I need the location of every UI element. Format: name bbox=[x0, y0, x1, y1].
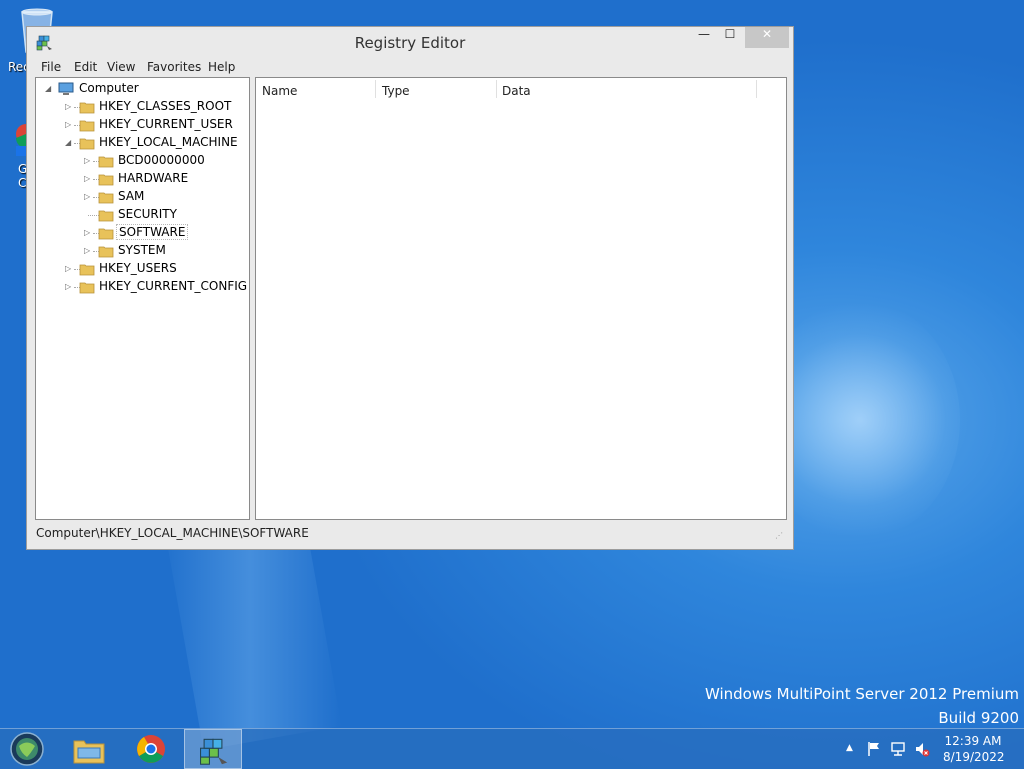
tree-node-hkey-current-config[interactable]: ▷ HKEY_CURRENT_CONFIG bbox=[36, 278, 249, 296]
folder-icon bbox=[79, 102, 95, 114]
title-bar[interactable]: Registry Editor — ☐ ✕ bbox=[27, 27, 793, 57]
taskbar-registry-editor[interactable] bbox=[184, 729, 242, 769]
os-watermark-edition: Windows MultiPoint Server 2012 Premium bbox=[704, 685, 1019, 703]
status-bar: Computer\HKEY_LOCAL_MACHINE\SOFTWARE ⋰ bbox=[33, 523, 787, 545]
tree-node-hardware[interactable]: ▷ HARDWARE bbox=[36, 170, 249, 188]
computer-icon bbox=[58, 82, 74, 95]
volume-muted-icon[interactable] bbox=[914, 741, 930, 757]
column-header-label: Type bbox=[382, 84, 410, 98]
globe-start-icon bbox=[10, 732, 44, 766]
tree-node-sam[interactable]: ▷ SAM bbox=[36, 188, 249, 206]
tree-node-label: HKEY_LOCAL_MACHINE bbox=[99, 135, 238, 149]
tree-node-hkey-current-user[interactable]: ▷ HKEY_CURRENT_USER bbox=[36, 116, 249, 134]
tree-node-label: BCD00000000 bbox=[118, 153, 205, 167]
tree-node-computer[interactable]: ◢ Computer bbox=[36, 80, 249, 98]
folder-icon bbox=[79, 282, 95, 294]
column-header-label: Data bbox=[502, 84, 531, 98]
tree-node-bcd00000000[interactable]: ▷ BCD00000000 bbox=[36, 152, 249, 170]
tree-node-label: HARDWARE bbox=[118, 171, 189, 185]
tree-node-label: HKEY_CURRENT_CONFIG bbox=[99, 279, 248, 293]
menu-favorites[interactable]: Favorites bbox=[147, 60, 201, 74]
tree-node-software[interactable]: ▷ SOFTWARE bbox=[36, 224, 249, 242]
tree-node-label: Computer bbox=[79, 81, 139, 95]
resize-grip-icon[interactable]: ⋰ bbox=[775, 531, 783, 540]
menu-bar: File Edit View Favorites Help bbox=[33, 57, 787, 77]
folder-icon bbox=[98, 228, 114, 240]
clock-time: 12:39 AM bbox=[944, 734, 1002, 748]
status-path: Computer\HKEY_LOCAL_MACHINE\SOFTWARE bbox=[36, 526, 309, 540]
tree-node-label: SECURITY bbox=[118, 207, 177, 221]
window-title: Registry Editor bbox=[354, 34, 466, 52]
os-watermark-build: Build 9200 bbox=[938, 709, 1019, 727]
folder-icon bbox=[98, 174, 114, 186]
menu-file[interactable]: File bbox=[41, 60, 61, 74]
registry-editor-icon bbox=[200, 738, 228, 765]
column-header-type[interactable]: Type bbox=[376, 78, 496, 102]
folder-icon bbox=[79, 264, 95, 276]
tree-node-label: HKEY_USERS bbox=[99, 261, 177, 275]
chrome-icon bbox=[137, 735, 165, 763]
taskbar-server-manager[interactable] bbox=[0, 729, 58, 769]
folder-icon bbox=[79, 120, 95, 132]
column-header-name[interactable]: Name bbox=[256, 78, 376, 102]
folder-open-icon bbox=[79, 138, 95, 150]
folder-icon bbox=[98, 246, 114, 258]
taskbar-clock[interactable]: 12:39 AM 8/19/2022 bbox=[943, 733, 1005, 765]
clock-date: 8/19/2022 bbox=[943, 750, 1005, 764]
minimize-button[interactable]: — bbox=[691, 27, 717, 48]
network-icon[interactable] bbox=[890, 741, 906, 757]
tree-node-label: SOFTWARE bbox=[116, 224, 189, 240]
values-list-pane[interactable]: Name Type Data bbox=[255, 77, 787, 520]
menu-help[interactable]: Help bbox=[208, 60, 235, 74]
key-tree-pane[interactable]: ◢ Computer ▷ HKEY_CLASSES_ROOT ▷ HKEY_CU… bbox=[35, 77, 250, 520]
taskbar-chrome[interactable] bbox=[122, 729, 180, 769]
tree-node-label: HKEY_CURRENT_USER bbox=[99, 117, 233, 131]
tree-node-hkey-classes-root[interactable]: ▷ HKEY_CLASSES_ROOT bbox=[36, 98, 249, 116]
column-header-data[interactable]: Data bbox=[496, 78, 756, 102]
action-center-flag-icon[interactable] bbox=[866, 741, 882, 757]
folder-icon bbox=[98, 192, 114, 204]
menu-edit[interactable]: Edit bbox=[74, 60, 97, 74]
file-explorer-icon bbox=[73, 740, 105, 764]
taskbar: ▲ 12:39 AM 8/19/2022 bbox=[0, 728, 1024, 769]
column-divider[interactable] bbox=[756, 80, 757, 98]
tree-node-label: HKEY_CLASSES_ROOT bbox=[99, 99, 232, 113]
tree-node-label: SAM bbox=[118, 189, 145, 203]
tree-node-system[interactable]: ▷ SYSTEM bbox=[36, 242, 249, 260]
tree-node-security[interactable]: SECURITY bbox=[36, 206, 249, 224]
tree-node-hkey-local-machine[interactable]: ◢ HKEY_LOCAL_MACHINE bbox=[36, 134, 249, 152]
folder-icon bbox=[98, 210, 114, 222]
registry-editor-window[interactable]: Registry Editor — ☐ ✕ File Edit View Fav… bbox=[26, 26, 794, 550]
maximize-button[interactable]: ☐ bbox=[717, 27, 743, 48]
taskbar-file-explorer[interactable] bbox=[60, 729, 118, 769]
collapse-arrow-icon[interactable]: ◢ bbox=[45, 83, 55, 95]
column-header-label: Name bbox=[262, 84, 298, 98]
tree-node-label: SYSTEM bbox=[118, 243, 166, 257]
show-hidden-icons-icon[interactable]: ▲ bbox=[846, 743, 862, 759]
folder-icon bbox=[98, 156, 114, 168]
tree-node-hkey-users[interactable]: ▷ HKEY_USERS bbox=[36, 260, 249, 278]
menu-view[interactable]: View bbox=[107, 60, 135, 74]
close-button[interactable]: ✕ bbox=[745, 27, 789, 48]
